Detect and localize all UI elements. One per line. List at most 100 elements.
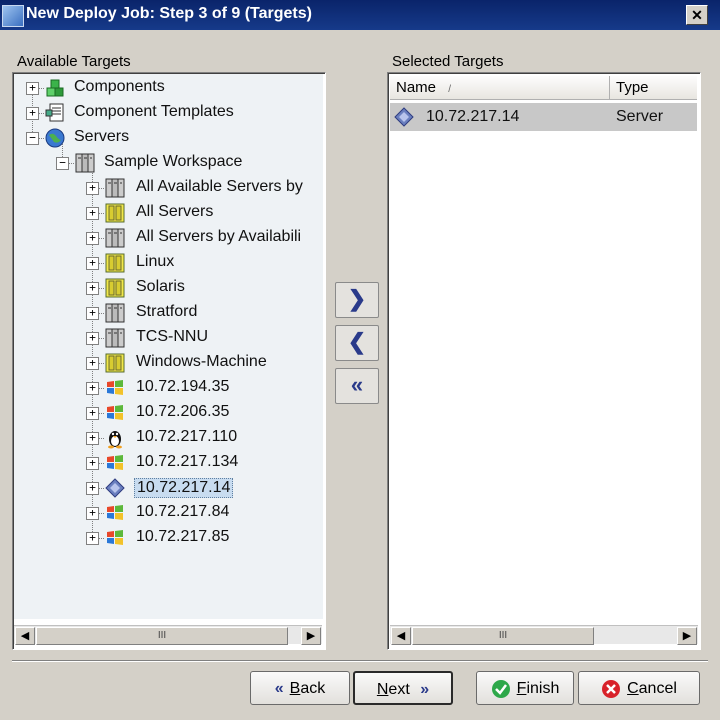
cancel-button[interactable]: Cancel bbox=[578, 671, 700, 705]
tree-item-label: Components bbox=[74, 78, 165, 95]
tree-item-label: Servers bbox=[74, 128, 130, 145]
remove-all-targets-button[interactable]: « bbox=[335, 368, 379, 404]
scroll-right-button[interactable]: ▶ bbox=[301, 627, 321, 645]
tree-item[interactable]: +10.72.217.85 bbox=[14, 526, 323, 551]
tree-item-label: Linux bbox=[136, 253, 175, 270]
tree-item-label: All Servers by Availabili bbox=[136, 228, 302, 245]
diamond-server-icon bbox=[104, 477, 126, 499]
window-icon bbox=[2, 5, 24, 27]
expand-icon[interactable]: + bbox=[86, 482, 99, 495]
expand-icon[interactable]: + bbox=[86, 257, 99, 270]
tree-item[interactable]: +10.72.217.84 bbox=[14, 501, 323, 526]
selected-targets-title: Selected Targets bbox=[392, 53, 504, 70]
tree-item[interactable]: + All Available Servers by bbox=[14, 176, 323, 201]
windows-icon bbox=[104, 527, 126, 549]
type-column-header[interactable]: Type bbox=[610, 76, 697, 100]
server-group-icon bbox=[104, 177, 126, 199]
expand-icon[interactable]: + bbox=[86, 457, 99, 470]
template-icon bbox=[44, 102, 66, 124]
smart-group-icon bbox=[104, 352, 126, 374]
tree-item[interactable]: +10.72.206.35 bbox=[14, 401, 323, 426]
tree-item-label: TCS-NNU bbox=[136, 328, 208, 345]
expand-icon[interactable]: + bbox=[86, 507, 99, 520]
tree-item[interactable]: + Components bbox=[14, 76, 323, 101]
selected-target-type: Server bbox=[616, 108, 664, 125]
expand-icon[interactable]: + bbox=[86, 307, 99, 320]
expand-icon[interactable]: + bbox=[86, 182, 99, 195]
tree-item-label: All Servers bbox=[136, 203, 214, 220]
tree-item-label: 10.72.217.85 bbox=[136, 528, 230, 545]
tree-item-label: Stratford bbox=[136, 303, 198, 320]
globe-icon bbox=[44, 127, 66, 149]
linux-icon bbox=[104, 427, 126, 449]
scroll-left-button[interactable]: ◀ bbox=[391, 627, 411, 645]
expand-icon[interactable]: + bbox=[86, 382, 99, 395]
expand-icon[interactable]: + bbox=[86, 357, 99, 370]
tree-item[interactable]: + Solaris bbox=[14, 276, 323, 301]
close-button[interactable]: ✕ bbox=[686, 5, 708, 25]
type-column-label: Type bbox=[616, 79, 649, 96]
tree-item-label: 10.72.206.35 bbox=[136, 403, 230, 420]
tree-item[interactable]: + TCS-NNU bbox=[14, 326, 323, 351]
tree-item[interactable]: +10.72.217.110 bbox=[14, 426, 323, 451]
selected-target-name: 10.72.217.14 bbox=[426, 108, 520, 125]
name-column-label: Name bbox=[396, 79, 437, 96]
add-target-button[interactable]: ❯ bbox=[335, 282, 379, 318]
expand-icon[interactable]: + bbox=[86, 207, 99, 220]
available-targets-title: Available Targets bbox=[17, 53, 131, 70]
tree-item[interactable]: + Windows-Machine bbox=[14, 351, 323, 376]
next-button[interactable]: Next » bbox=[353, 671, 453, 705]
collapse-icon[interactable]: − bbox=[56, 157, 69, 170]
back-arrow-icon: « bbox=[274, 680, 284, 697]
expand-icon[interactable]: + bbox=[26, 82, 39, 95]
tree-item[interactable]: +10.72.217.14 bbox=[14, 476, 323, 501]
tree-item[interactable]: + All Servers bbox=[14, 201, 323, 226]
tree-item[interactable]: + Component Templates bbox=[14, 101, 323, 126]
windows-icon bbox=[104, 377, 126, 399]
tree-item-label: Windows-Machine bbox=[136, 353, 267, 370]
available-horizontal-scrollbar[interactable]: ◀ III ▶ bbox=[14, 625, 322, 645]
title-bar: New Deploy Job: Step 3 of 9 (Targets) ✕ bbox=[0, 0, 720, 30]
tree-item[interactable]: − Servers bbox=[14, 126, 323, 151]
tree-item[interactable]: + Linux bbox=[14, 251, 323, 276]
table-row[interactable]: 10.72.217.14 Server bbox=[390, 103, 697, 131]
scroll-right-button[interactable]: ▶ bbox=[677, 627, 697, 645]
tree-item[interactable]: +10.72.194.35 bbox=[14, 376, 323, 401]
windows-icon bbox=[104, 502, 126, 524]
component-icon bbox=[44, 77, 66, 99]
scroll-thumb[interactable]: III bbox=[412, 627, 594, 645]
expand-icon[interactable]: + bbox=[86, 432, 99, 445]
tree-item-label: 10.72.194.35 bbox=[136, 378, 230, 395]
selected-horizontal-scrollbar[interactable]: ◀ III ▶ bbox=[390, 625, 698, 645]
available-targets-tree: + Components + Component Templates − Servers −… bbox=[14, 74, 323, 619]
window-title: New Deploy Job: Step 3 of 9 (Targets) bbox=[26, 5, 312, 22]
tree-item-label: All Available Servers by bbox=[136, 178, 303, 195]
check-icon bbox=[491, 679, 510, 698]
cancel-icon bbox=[602, 679, 621, 698]
expand-icon[interactable]: + bbox=[86, 282, 99, 295]
expand-icon[interactable]: + bbox=[86, 407, 99, 420]
smart-group-icon bbox=[104, 202, 126, 224]
expand-icon[interactable]: + bbox=[86, 532, 99, 545]
next-arrow-icon: » bbox=[420, 681, 430, 698]
remove-target-button[interactable]: ❮ bbox=[335, 325, 379, 361]
collapse-icon[interactable]: − bbox=[26, 132, 39, 145]
tree-item-label: Sample Workspace bbox=[104, 153, 243, 170]
expand-icon[interactable]: + bbox=[86, 332, 99, 345]
scroll-left-button[interactable]: ◀ bbox=[15, 627, 35, 645]
tree-item[interactable]: +10.72.217.134 bbox=[14, 451, 323, 476]
scroll-thumb[interactable]: III bbox=[36, 627, 288, 645]
tree-item[interactable]: + Stratford bbox=[14, 301, 323, 326]
tree-item-label: 10.72.217.134 bbox=[136, 453, 239, 470]
server-group-icon bbox=[104, 327, 126, 349]
tree-item[interactable]: − Sample Workspace bbox=[14, 151, 323, 176]
back-button[interactable]: «Back bbox=[250, 671, 350, 705]
expand-icon[interactable]: + bbox=[26, 107, 39, 120]
name-column-header[interactable]: Name / bbox=[390, 76, 610, 100]
server-group-icon bbox=[74, 152, 96, 174]
tree-item[interactable]: + All Servers by Availabili bbox=[14, 226, 323, 251]
footer-divider bbox=[12, 660, 708, 662]
tree-item-label: 10.72.217.110 bbox=[136, 428, 238, 445]
finish-button[interactable]: Finish bbox=[476, 671, 574, 705]
expand-icon[interactable]: + bbox=[86, 232, 99, 245]
